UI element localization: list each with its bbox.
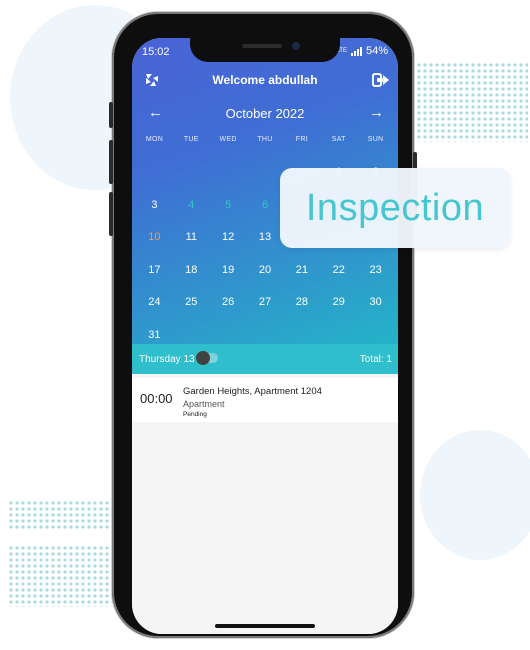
phone-frame: 15:02 LTE 54% Welcome abdullah ← October… (109, 12, 417, 638)
calendar-day[interactable]: 4 (173, 199, 210, 211)
calendar-day[interactable]: 23 (357, 264, 394, 276)
calendar-day[interactable]: 6 (247, 199, 284, 211)
calendar-day[interactable]: 31 (136, 329, 173, 341)
selected-day-bar: Thursday 13 Total: 1 (132, 344, 398, 374)
dot-pattern (8, 500, 118, 530)
calendar-day[interactable]: 26 (210, 296, 247, 308)
calendar-day[interactable]: 24 (136, 296, 173, 308)
calendar-day[interactable]: 28 (283, 296, 320, 308)
inspection-title: Garden Heights, Apartment 1204 (183, 386, 322, 397)
dot-pattern (410, 62, 528, 142)
calendar-day[interactable]: 12 (210, 231, 247, 243)
app-logo-icon[interactable] (142, 70, 162, 90)
camera (292, 42, 300, 50)
calendar-day[interactable]: 30 (357, 296, 394, 308)
background-blob (420, 430, 530, 560)
weekday-label: THU (257, 136, 273, 143)
weekday-label: MON (145, 136, 164, 143)
inspection-type: Apartment (183, 399, 225, 409)
calendar-day[interactable]: 20 (247, 264, 284, 276)
calendar-day[interactable]: 5 (210, 199, 247, 211)
calendar-day[interactable]: 17 (136, 264, 173, 276)
calendar-day[interactable]: 29 (320, 296, 357, 308)
phone-button (109, 192, 113, 236)
view-toggle[interactable] (196, 351, 218, 365)
dot-pattern (8, 545, 118, 607)
selected-day-label: Thursday 13 (139, 354, 195, 365)
inspection-list: 00:00 Garden Heights, Apartment 1204 Apa… (132, 374, 398, 634)
phone-button (109, 140, 113, 184)
weekday-label: SAT (331, 136, 346, 143)
home-indicator (215, 624, 315, 628)
calendar-day[interactable]: 10 (136, 231, 173, 243)
calendar-week-row: 17 18 19 20 21 22 23 (136, 254, 394, 287)
inspection-time: 00:00 (140, 391, 173, 406)
status-indicators: LTE 54% (336, 45, 388, 57)
app-bar: Welcome abdullah (132, 64, 398, 96)
next-month-arrow-icon[interactable]: → (369, 104, 384, 121)
calendar-day[interactable]: 11 (173, 231, 210, 243)
speaker (242, 44, 282, 48)
toggle-knob (196, 351, 210, 365)
phone-button (109, 102, 113, 128)
notch (190, 38, 340, 62)
overlay-label: Inspection (305, 186, 485, 229)
total-count: Total: 1 (359, 354, 392, 365)
logout-icon[interactable] (372, 72, 390, 88)
weekday-label: SUN (367, 136, 384, 143)
calendar-week-row: 24 25 26 27 28 29 30 (136, 286, 394, 319)
calendar-day[interactable]: 19 (210, 264, 247, 276)
battery-label: 54% (365, 45, 388, 57)
inspection-status: Pending (183, 411, 207, 418)
calendar-day[interactable]: 27 (247, 296, 284, 308)
calendar-day[interactable]: 13 (247, 231, 284, 243)
signal-icon (350, 46, 362, 56)
status-time: 15:02 (142, 46, 170, 58)
weekday-label: FRI (295, 136, 308, 143)
phone-screen: 15:02 LTE 54% Welcome abdullah ← October… (132, 38, 398, 634)
calendar-day[interactable]: 25 (173, 296, 210, 308)
calendar-day[interactable]: 22 (320, 264, 357, 276)
calendar-day[interactable]: 21 (283, 264, 320, 276)
month-label: October 2022 (225, 106, 305, 121)
month-navigation: ← October 2022 → (132, 100, 398, 126)
calendar-day[interactable]: 18 (173, 264, 210, 276)
weekday-header: MON TUE WED THU FRI SAT SUN (136, 136, 394, 143)
inspection-overlay-card: Inspection (280, 168, 510, 248)
inspection-item[interactable]: 00:00 Garden Heights, Apartment 1204 Apa… (132, 378, 398, 422)
app-title: Welcome abdullah (212, 73, 318, 87)
weekday-label: TUE (183, 136, 199, 143)
calendar-day[interactable]: 3 (136, 199, 173, 211)
weekday-label: WED (219, 136, 237, 143)
